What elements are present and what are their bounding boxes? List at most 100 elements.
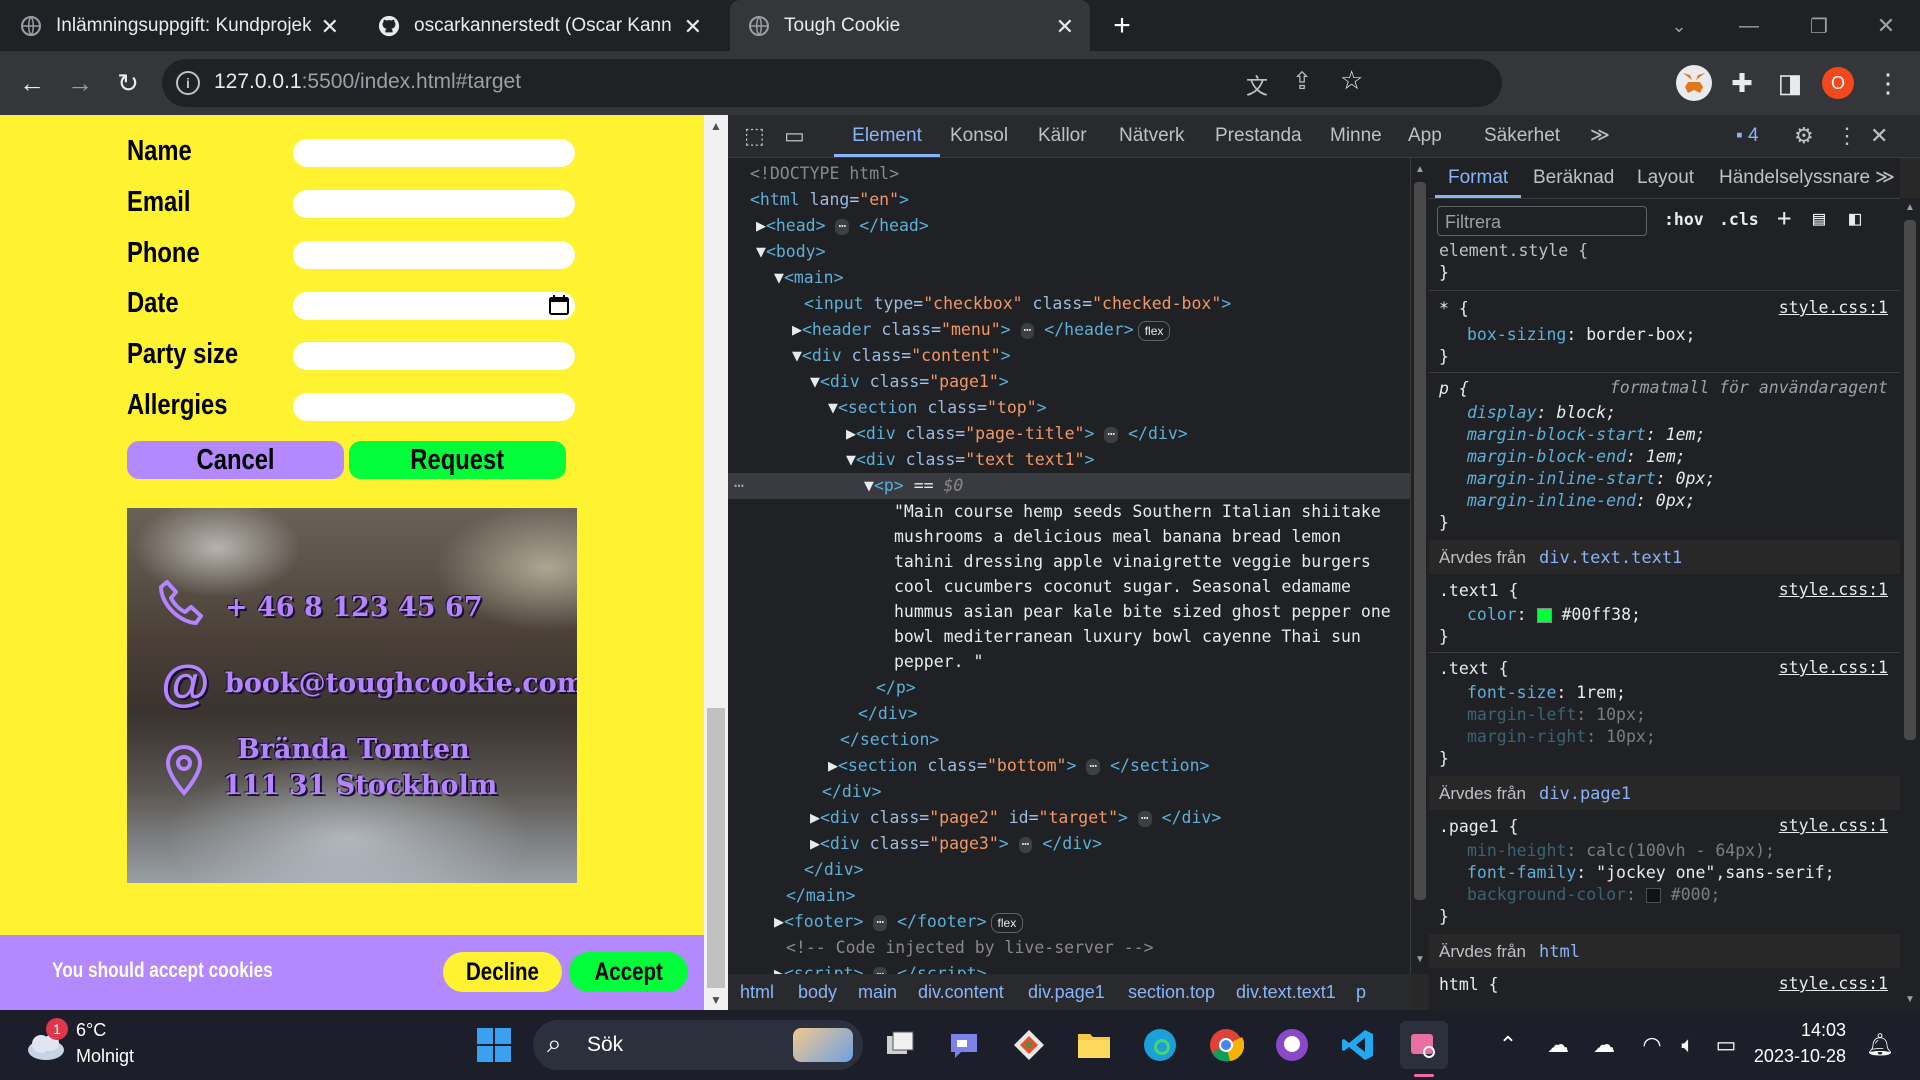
settings-gear-icon[interactable]: ⚙ (1794, 115, 1814, 157)
crumb-p[interactable]: p (1356, 974, 1366, 1010)
toggle-sidebar-icon[interactable]: ◧ (1849, 206, 1861, 230)
tab-github[interactable]: oscarkannerstedt (Oscar Kanners ✕ (378, 0, 718, 51)
paragraph-text-line[interactable]: mushrooms a delicious meal banana bread … (894, 524, 1341, 550)
dom-line[interactable]: ▶<div class="page3"> ⋯ </div> (810, 831, 1102, 857)
dom-line[interactable]: </div> (822, 779, 882, 805)
paragraph-text-line[interactable]: pepper. " (894, 649, 983, 675)
clock-date[interactable]: 2023-10-28 (1742, 1046, 1846, 1067)
crumb-section-top[interactable]: section.top (1128, 974, 1215, 1010)
paragraph-text-line[interactable]: cool cucumbers coconut sugar. Seasonal e… (894, 574, 1351, 600)
cancel-button[interactable]: Cancel (127, 441, 344, 479)
dom-line[interactable]: ▶<header class="menu"> ⋯ </header> flex (792, 317, 1171, 343)
page-scrollbar[interactable]: ▲ ▼ (704, 115, 728, 1010)
dom-line[interactable]: <html lang="en"> (750, 187, 909, 213)
dom-line[interactable]: ▶<div class="page2" id="target"> ⋯ </div… (810, 805, 1221, 831)
tab-security[interactable]: Säkerhet (1484, 115, 1560, 157)
new-tab-button[interactable]: + (1098, 2, 1146, 50)
tab-sources[interactable]: Källor (1038, 115, 1087, 157)
phone-input[interactable] (293, 241, 575, 269)
paint-brush-icon[interactable]: ▤ (1813, 206, 1825, 230)
dom-line[interactable]: <!DOCTYPE html> (750, 161, 899, 187)
crumb-html[interactable]: html (740, 974, 774, 1010)
vscode-icon[interactable] (1334, 1021, 1382, 1069)
tab-search-icon[interactable]: ⌄ (1655, 2, 1703, 50)
tab-computed[interactable]: Beräknad (1533, 167, 1614, 189)
info-icon[interactable]: i (176, 71, 200, 95)
reload-icon[interactable]: ↻ (108, 63, 148, 103)
dom-line[interactable]: </div> (858, 701, 918, 727)
allergies-input[interactable] (293, 393, 575, 421)
edge-icon[interactable] (1136, 1021, 1184, 1069)
styles-scrollbar[interactable]: ▲ ▼ (1900, 198, 1920, 1010)
scroll-down-arrow[interactable]: ▼ (710, 993, 722, 1007)
translate-icon[interactable]: 文 (1246, 69, 1268, 101)
tab-layout[interactable]: Layout (1637, 167, 1694, 189)
gitkraken-icon[interactable] (1005, 1021, 1053, 1069)
crumb-body[interactable]: body (798, 974, 837, 1010)
bookmark-star-icon[interactable]: ☆ (1340, 65, 1363, 96)
email-input[interactable] (293, 190, 575, 218)
color-swatch[interactable] (1536, 608, 1552, 623)
tab-application[interactable]: App (1408, 115, 1442, 157)
tab-performance[interactable]: Prestanda (1215, 115, 1302, 157)
close-window-icon[interactable]: ✕ (1862, 2, 1910, 50)
snipping-tool-icon[interactable] (1400, 1021, 1448, 1069)
dom-scrollbar[interactable]: ▲ ▼ (1410, 158, 1430, 974)
dom-line[interactable]: ▶<div class="page-title"> ⋯ </div> (846, 421, 1188, 447)
styles-filter-input[interactable]: Filtrera (1437, 206, 1647, 236)
crumb-div-text1[interactable]: div.text.text1 (1236, 974, 1336, 1010)
tab-event-listeners[interactable]: Händelselyssnare (1719, 167, 1870, 189)
extensions-icon[interactable]: ✚ (1722, 63, 1762, 103)
paragraph-text-line[interactable]: tahini dressing apple vinaigrette veggie… (894, 549, 1371, 575)
profile-avatar[interactable]: O (1822, 67, 1854, 99)
more-style-tabs-icon[interactable]: ≫ (1875, 166, 1895, 189)
crumb-main[interactable]: main (858, 974, 897, 1010)
scroll-up-arrow[interactable]: ▲ (710, 119, 722, 133)
dom-line[interactable]: ▼<section class="top"> (828, 395, 1047, 421)
dom-line[interactable]: ▶<footer> ⋯ </footer> flex (774, 909, 1024, 935)
date-input[interactable] (293, 292, 575, 320)
tab-console[interactable]: Konsol (950, 115, 1008, 157)
menu-kebab-icon[interactable]: ⋮ (1868, 63, 1908, 103)
back-icon[interactable]: ← (12, 63, 52, 103)
party-size-input[interactable] (293, 342, 575, 370)
dom-line[interactable]: ▼<body> (756, 239, 826, 265)
more-tabs-icon[interactable]: ≫ (1590, 115, 1610, 157)
inspect-element-icon[interactable]: ⬚ (744, 115, 765, 157)
dom-line[interactable]: <!-- Code injected by live-server --> (786, 935, 1154, 961)
github-desktop-icon[interactable] (1268, 1021, 1316, 1069)
dom-line[interactable]: ▼<main> (774, 265, 844, 291)
dom-line[interactable]: ▶<section class="bottom"> ⋯ </section> (828, 753, 1209, 779)
file-explorer-icon[interactable] (1070, 1021, 1118, 1069)
metamask-extension-icon[interactable] (1676, 65, 1712, 101)
dom-line[interactable]: ▶<head> ⋯ </head> (756, 213, 929, 239)
minimize-icon[interactable]: — (1725, 2, 1773, 50)
tab-styles[interactable]: Format (1448, 167, 1508, 189)
stylesheet-link[interactable]: style.css:1 (1779, 298, 1888, 317)
issues-counter[interactable]: ▪ 4 (1736, 115, 1759, 157)
dom-line[interactable]: <input type="checkbox" class="checked-bo… (804, 291, 1231, 317)
node-actions-icon[interactable]: ⋯ (734, 473, 744, 499)
tab-memory[interactable]: Minne (1330, 115, 1382, 157)
paragraph-text-line[interactable]: bowl mediterranean luxury bowl cayenne T… (894, 624, 1361, 650)
onedrive-icon[interactable]: ☁ (1534, 1021, 1582, 1069)
windows-start-icon[interactable] (470, 1021, 518, 1069)
notification-bell-icon[interactable]: 🔔︎ (1856, 1021, 1904, 1069)
close-tab-icon[interactable]: ✕ (684, 14, 702, 40)
crumb-div-content[interactable]: div.content (918, 974, 1004, 1010)
close-tab-icon[interactable]: ✕ (321, 14, 339, 40)
request-button[interactable]: Request (349, 441, 566, 479)
task-view-icon[interactable] (876, 1021, 924, 1069)
devtools-menu-icon[interactable]: ⋮ (1836, 115, 1858, 157)
taskbar-search[interactable]: ⌕ Sök (533, 1020, 863, 1070)
dom-line[interactable]: ▼<div class="text text1"> (846, 447, 1094, 473)
calendar-icon[interactable] (549, 295, 569, 315)
tab-assignment[interactable]: Inlämningsuppgift: Kundprojekt ✕ (20, 0, 355, 51)
dom-line-selected[interactable]: ▼<p> == $0 (864, 473, 963, 499)
onedrive-personal-icon[interactable]: ☁ (1580, 1021, 1628, 1069)
device-toolbar-icon[interactable]: ▭ (784, 115, 805, 157)
forward-icon[interactable]: → (60, 63, 100, 103)
decline-button[interactable]: Decline (443, 952, 562, 992)
teams-chat-icon[interactable] (940, 1021, 988, 1069)
share-icon[interactable]: ⇪ (1292, 67, 1312, 96)
